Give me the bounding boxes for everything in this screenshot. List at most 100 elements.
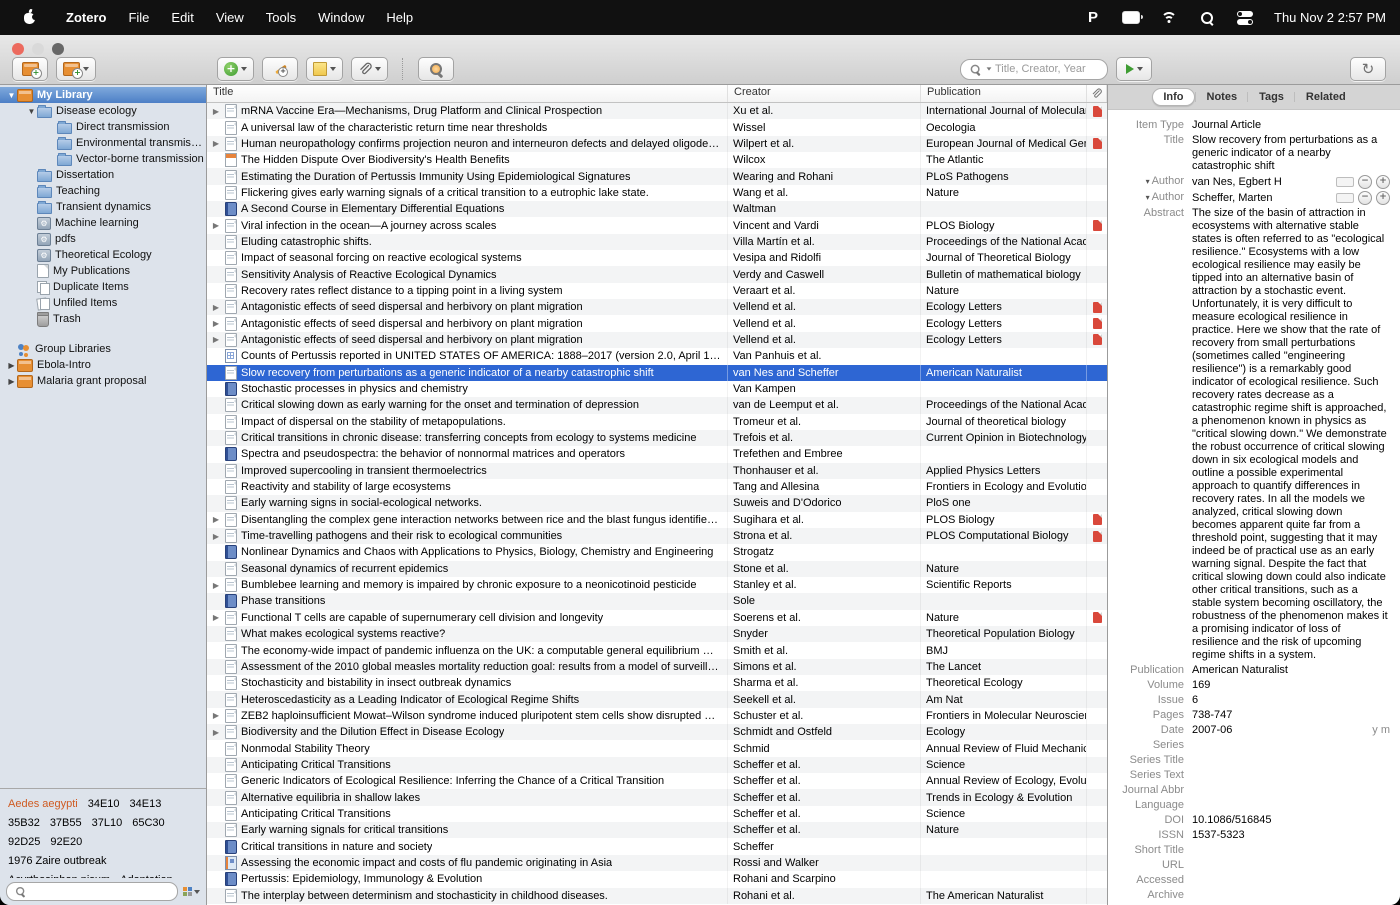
author-name[interactable]: van Nes, Egbert H [1192, 176, 1332, 188]
field-row-issue[interactable]: Issue6 [1108, 693, 1390, 708]
table-row[interactable]: Reactivity and stability of large ecosys… [207, 479, 1107, 495]
sidebar-item-vector-borne-transmission[interactable]: Vector-borne transmission [0, 151, 206, 167]
field-value[interactable]: 10.1086/516845 [1192, 814, 1390, 827]
table-row[interactable]: Early warning signals for critical trans… [207, 822, 1107, 838]
table-row[interactable]: ▶Antagonistic effects of seed dispersal … [207, 315, 1107, 331]
menu-edit[interactable]: Edit [160, 10, 204, 25]
menu-help[interactable]: Help [375, 10, 424, 25]
field-row-series-text[interactable]: Series Text [1108, 768, 1390, 783]
control-center-icon[interactable] [1236, 10, 1254, 26]
field-row-abstract[interactable]: AbstractThe size of the basin of attract… [1108, 206, 1390, 663]
tag-item[interactable]: Acyrthosiphon pisum [8, 871, 110, 878]
tag-item[interactable]: 1976 Zaire outbreak [8, 852, 106, 871]
field-row-short-title[interactable]: Short Title [1108, 843, 1390, 858]
table-row[interactable]: Counts of Pertussis reported in UNITED S… [207, 348, 1107, 364]
table-row[interactable]: Alternative equilibria in shallow lakesS… [207, 789, 1107, 805]
tag-item[interactable]: 92E20 [50, 833, 82, 852]
expand-arrow-icon[interactable]: ▶ [211, 139, 221, 148]
menu-tools[interactable]: Tools [255, 10, 307, 25]
table-row[interactable]: ▶Antagonistic effects of seed dispersal … [207, 299, 1107, 315]
sidebar-item-direct-transmission[interactable]: Direct transmission [0, 119, 206, 135]
field-row-date[interactable]: Date2007-06y m [1108, 723, 1390, 738]
field-row-title[interactable]: TitleSlow recovery from perturbations as… [1108, 133, 1390, 174]
table-row[interactable]: Recovery rates reflect distance to a tip… [207, 283, 1107, 299]
field-value[interactable]: 6 [1192, 694, 1390, 707]
sidebar-item-trash[interactable]: Trash [0, 311, 206, 327]
table-row[interactable]: A Second Course in Elementary Differenti… [207, 201, 1107, 217]
table-row[interactable]: ▶Functional T cells are capable of super… [207, 610, 1107, 626]
sidebar-item-group-libraries[interactable]: Group Libraries [0, 341, 206, 357]
twisty-icon[interactable]: ▶ [6, 377, 17, 386]
tag-item[interactable]: 35B32 [8, 814, 40, 833]
field-value[interactable]: 738-747 [1192, 709, 1390, 722]
menu-view[interactable]: View [205, 10, 255, 25]
table-row[interactable]: Impact of seasonal forcing on reactive e… [207, 250, 1107, 266]
new-item-button[interactable]: + [217, 57, 254, 81]
field-row-publication[interactable]: PublicationAmerican Naturalist [1108, 663, 1390, 678]
field-row-author[interactable]: ▾AuthorScheffer, Marten−+ [1108, 190, 1390, 206]
apple-menu-icon[interactable] [22, 10, 37, 25]
table-row[interactable]: The interplay between determinism and st… [207, 888, 1107, 904]
field-row-volume[interactable]: Volume169 [1108, 678, 1390, 693]
quick-search-input[interactable]: Title, Creator, Year [960, 59, 1108, 80]
twisty-icon[interactable]: ▼ [26, 107, 37, 116]
table-row[interactable]: A universal law of the characteristic re… [207, 119, 1107, 135]
add-author-button[interactable]: + [1376, 175, 1390, 189]
table-row[interactable]: Anticipating Critical TransitionsScheffe… [207, 806, 1107, 822]
sidebar-item-malaria-grant-proposal[interactable]: ▶Malaria grant proposal [0, 373, 206, 389]
expand-arrow-icon[interactable]: ▶ [211, 515, 221, 524]
table-row[interactable]: Flickering gives early warning signals o… [207, 185, 1107, 201]
field-value[interactable]: American Naturalist [1192, 664, 1390, 677]
table-row[interactable]: Spectra and pseudospectra: the behavior … [207, 446, 1107, 462]
locate-button[interactable] [1116, 57, 1152, 81]
expand-arrow-icon[interactable]: ▶ [211, 613, 221, 622]
onepassword-icon[interactable]: P [1084, 10, 1102, 26]
table-row[interactable]: Phase transitionsSole [207, 593, 1107, 609]
menu-clock[interactable]: Thu Nov 2 2:57 PM [1274, 10, 1386, 25]
author-twisty-icon[interactable]: ▾ [1146, 177, 1150, 186]
expand-arrow-icon[interactable]: ▶ [211, 711, 221, 720]
advanced-search-button[interactable] [418, 57, 454, 81]
tab-related[interactable]: Related [1296, 89, 1356, 105]
tag-item[interactable]: Adaptation [120, 871, 173, 878]
field-row-language[interactable]: Language [1108, 798, 1390, 813]
field-row-archive[interactable]: Archive [1108, 888, 1390, 903]
remove-author-button[interactable]: − [1358, 191, 1372, 205]
expand-arrow-icon[interactable]: ▶ [211, 335, 221, 344]
twisty-icon[interactable]: ▶ [6, 361, 17, 370]
field-row-item-type[interactable]: Item TypeJournal Article [1108, 118, 1390, 133]
new-collection-button[interactable]: + [12, 57, 48, 81]
sync-button[interactable]: ↻ [1350, 57, 1386, 81]
author-twisty-icon[interactable]: ▾ [1146, 193, 1150, 202]
table-row[interactable]: The Hidden Dispute Over Biodiversity's H… [207, 152, 1107, 168]
table-row[interactable]: Impact of dispersal on the stability of … [207, 414, 1107, 430]
sidebar-item-teaching[interactable]: Teaching [0, 183, 206, 199]
tab-tags[interactable]: Tags [1249, 89, 1294, 105]
table-row[interactable]: Eluding catastrophic shifts.Villa Martín… [207, 234, 1107, 250]
table-row[interactable]: Improved supercooling in transient therm… [207, 463, 1107, 479]
table-row[interactable]: Generic Indicators of Ecological Resilie… [207, 773, 1107, 789]
sidebar-item-duplicate-items[interactable]: Duplicate Items [0, 279, 206, 295]
table-row[interactable]: ▶Disentangling the complex gene interact… [207, 512, 1107, 528]
expand-arrow-icon[interactable]: ▶ [211, 221, 221, 230]
table-row[interactable]: ▶Viral infection in the ocean—A journey … [207, 217, 1107, 233]
twisty-icon[interactable]: ▼ [6, 91, 17, 100]
table-row[interactable]: Nonlinear Dynamics and Chaos with Applic… [207, 544, 1107, 560]
table-row[interactable]: ▶ZEB2 haploinsufficient Mowat–Wilson syn… [207, 708, 1107, 724]
tag-item[interactable]: 37L10 [92, 814, 123, 833]
expand-arrow-icon[interactable]: ▶ [211, 532, 221, 541]
column-header-title[interactable]: Title [207, 85, 728, 102]
table-row[interactable]: Estimating the Duration of Pertussis Imm… [207, 168, 1107, 184]
tag-item[interactable]: Aedes aegypti [8, 795, 78, 814]
table-row[interactable]: Assessment of the 2010 global measles mo… [207, 659, 1107, 675]
menu-zotero[interactable]: Zotero [55, 10, 117, 25]
add-author-button[interactable]: + [1376, 191, 1390, 205]
add-by-identifier-button[interactable]: + [262, 57, 298, 81]
table-row[interactable]: ▶mRNA Vaccine Era—Mechanisms, Drug Platf… [207, 103, 1107, 119]
expand-arrow-icon[interactable]: ▶ [211, 107, 221, 116]
sidebar-item-ebola-intro[interactable]: ▶Ebola-Intro [0, 357, 206, 373]
field-row-url[interactable]: URL [1108, 858, 1390, 873]
table-row[interactable]: Seasonal dynamics of recurrent epidemics… [207, 561, 1107, 577]
table-row[interactable]: Stochastic processes in physics and chem… [207, 381, 1107, 397]
expand-arrow-icon[interactable]: ▶ [211, 728, 221, 737]
